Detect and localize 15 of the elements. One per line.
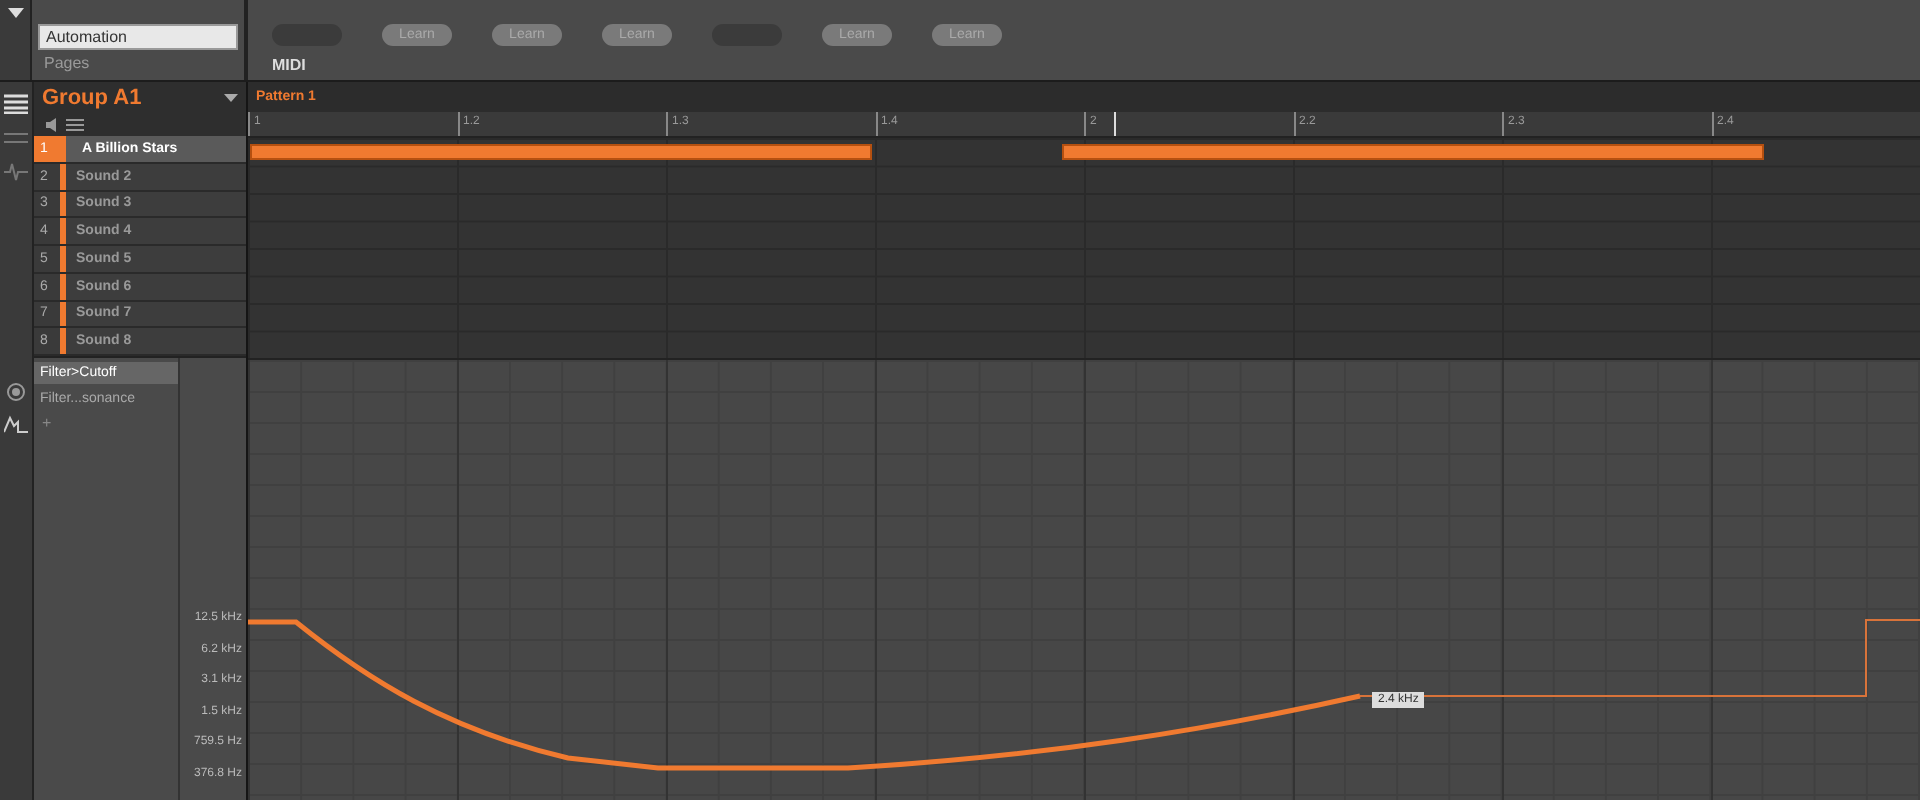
- lines-icon[interactable]: [4, 130, 28, 146]
- list-icon[interactable]: [66, 117, 84, 131]
- pattern-clip[interactable]: [1062, 144, 1764, 160]
- automation-field[interactable]: Automation: [38, 24, 238, 50]
- knob-icon[interactable]: [6, 382, 26, 402]
- midi-label: MIDI: [272, 56, 308, 74]
- envelope-icon[interactable]: [4, 414, 28, 434]
- speaker-icon[interactable]: [46, 117, 58, 131]
- waveform-icon[interactable]: [4, 162, 28, 182]
- caret-icon[interactable]: [7, 8, 23, 18]
- pages-label[interactable]: Pages: [38, 54, 238, 72]
- pattern-clip[interactable]: [250, 144, 872, 160]
- caret-icon[interactable]: [224, 93, 238, 101]
- pattern-grid[interactable]: [248, 138, 1920, 358]
- automation-envelope-drawing[interactable]: [248, 619, 1920, 771]
